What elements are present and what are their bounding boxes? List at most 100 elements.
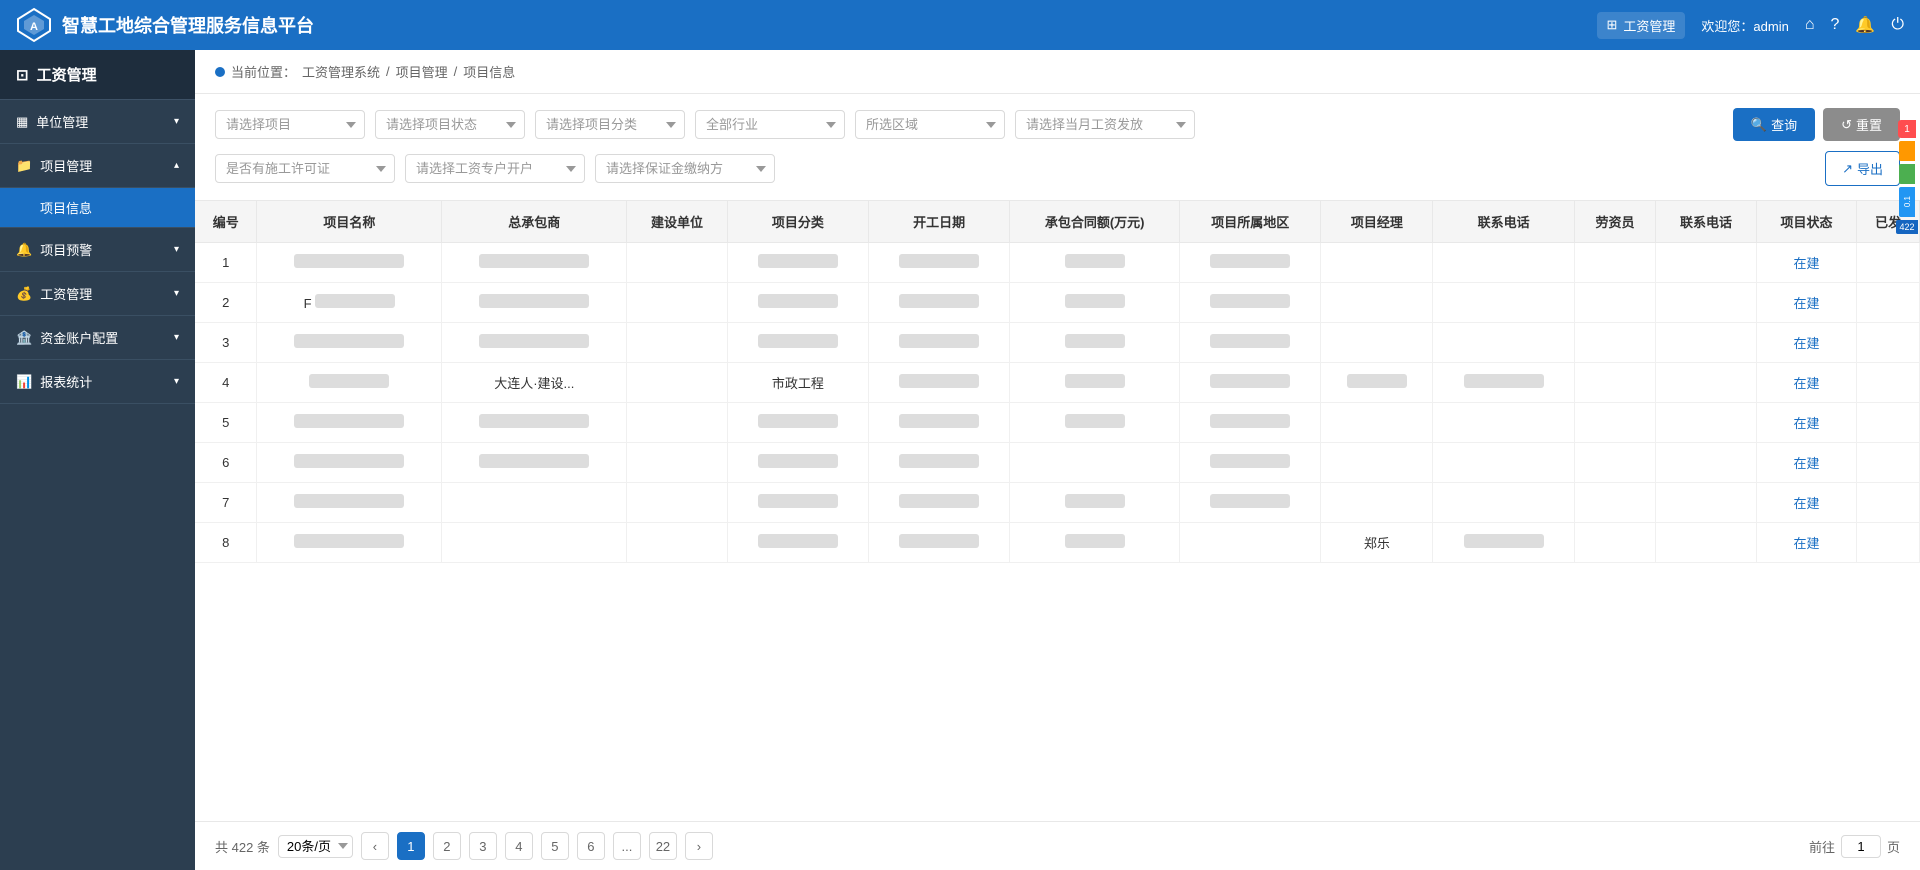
- page-1-button[interactable]: 1: [397, 832, 425, 860]
- goto-label: 前往: [1809, 837, 1835, 856]
- notif-bar-green: [1899, 164, 1915, 184]
- page-ellipsis-button[interactable]: ...: [613, 832, 641, 860]
- cell-no: 1: [195, 243, 257, 283]
- help-icon[interactable]: ?: [1831, 16, 1840, 34]
- salary-select[interactable]: 请选择当月工资发放: [1015, 110, 1195, 139]
- table-area: 编号 项目名称 总承包商 建设单位 项目分类 开工日期 承包合同额(万元) 项目…: [195, 201, 1920, 870]
- chevron-warning-icon: ▾: [174, 244, 179, 255]
- cell-name: [257, 523, 442, 563]
- cell-contractor: [442, 403, 627, 443]
- cell-amount: [1010, 443, 1180, 483]
- area-select[interactable]: 所选区域: [855, 110, 1005, 139]
- page-size-select[interactable]: 20条/页: [278, 835, 353, 858]
- sidebar-item-report[interactable]: 📊 报表统计 ▾: [0, 360, 195, 404]
- wage-account-select[interactable]: 请选择工资专户开户: [405, 154, 585, 183]
- table-scroll[interactable]: 编号 项目名称 总承包商 建设单位 项目分类 开工日期 承包合同额(万元) 项目…: [195, 201, 1920, 821]
- cell-builder: [627, 243, 727, 283]
- table-row: 7 在建: [195, 483, 1920, 523]
- sidebar-item-warning[interactable]: 🔔 项目预警 ▾: [0, 228, 195, 272]
- bell-icon[interactable]: 🔔: [1855, 15, 1875, 35]
- prev-page-button[interactable]: ‹: [361, 832, 389, 860]
- cell-manager: [1321, 443, 1433, 483]
- page-22-button[interactable]: 22: [649, 832, 677, 860]
- cell-start: [868, 323, 1009, 363]
- sidebar-sub-project-info[interactable]: 项目信息: [0, 188, 195, 228]
- cell-laborer: [1574, 483, 1656, 523]
- status-select[interactable]: 请选择项目状态: [375, 110, 525, 139]
- goto-input[interactable]: [1841, 835, 1881, 858]
- module-switcher[interactable]: ⊞ 工资管理: [1597, 12, 1686, 39]
- cell-category: 市政工程: [727, 363, 868, 403]
- cell-contractor: [442, 243, 627, 283]
- cell-no: 2: [195, 283, 257, 323]
- bond-select[interactable]: 请选择保证金缴纳方: [595, 154, 775, 183]
- cell-contractor: [442, 283, 627, 323]
- chevron-wage-icon: ▾: [174, 288, 179, 299]
- table-row: 8 郑乐 在建: [195, 523, 1920, 563]
- cell-phone1: [1433, 243, 1574, 283]
- cell-amount: [1010, 323, 1180, 363]
- power-icon[interactable]: ⏻: [1891, 16, 1904, 34]
- filter-row-1: 请选择项目 请选择项目状态 请选择项目分类 全部行业 所选区域 请选择当月工资发…: [215, 108, 1900, 141]
- breadcrumb-label: 当前位置：: [231, 62, 296, 81]
- sidebar-warning-label: 项目预警: [40, 240, 92, 259]
- cell-category: [727, 283, 868, 323]
- project-select[interactable]: 请选择项目: [215, 110, 365, 139]
- breadcrumb-dot: [215, 67, 225, 77]
- sidebar-account-label: 资金账户配置: [40, 328, 118, 347]
- cell-phone2: [1656, 283, 1756, 323]
- cell-no: 7: [195, 483, 257, 523]
- notif-badge-1[interactable]: 1: [1898, 120, 1916, 138]
- cell-manager: [1321, 283, 1433, 323]
- page-3-button[interactable]: 3: [469, 832, 497, 860]
- page-5-button[interactable]: 5: [541, 832, 569, 860]
- sidebar-icon: ⊡: [16, 66, 29, 84]
- col-region: 项目所属地区: [1180, 201, 1321, 243]
- reset-button[interactable]: ↺ 重置: [1823, 108, 1900, 141]
- cell-builder: [627, 483, 727, 523]
- warning-icon: 🔔: [16, 242, 32, 258]
- table-row: 3 在建: [195, 323, 1920, 363]
- cell-no: 4: [195, 363, 257, 403]
- sidebar-item-project[interactable]: 📁 项目管理 ▴: [0, 144, 195, 188]
- permit-select[interactable]: 是否有施工许可证: [215, 154, 395, 183]
- page-2-button[interactable]: 2: [433, 832, 461, 860]
- page-4-button[interactable]: 4: [505, 832, 533, 860]
- cell-paid: [1857, 323, 1920, 363]
- cell-phone2: [1656, 403, 1756, 443]
- pagination: 共 422 条 20条/页 ‹ 1 2 3 4 5 6 ... 22 › 前往 …: [195, 821, 1920, 870]
- cell-paid: [1857, 483, 1920, 523]
- cell-manager: 郑乐: [1321, 523, 1433, 563]
- sidebar-report-label: 报表统计: [40, 372, 92, 391]
- page-6-button[interactable]: 6: [577, 832, 605, 860]
- next-page-button[interactable]: ›: [685, 832, 713, 860]
- sidebar-unit-label: 单位管理: [36, 112, 88, 131]
- table-header: 编号 项目名称 总承包商 建设单位 项目分类 开工日期 承包合同额(万元) 项目…: [195, 201, 1920, 243]
- query-button[interactable]: 🔍 查询: [1733, 108, 1815, 141]
- notif-bar-orange: [1899, 141, 1915, 161]
- data-table: 编号 项目名称 总承包商 建设单位 项目分类 开工日期 承包合同额(万元) 项目…: [195, 201, 1920, 563]
- cell-category: [727, 243, 868, 283]
- cell-phone2: [1656, 323, 1756, 363]
- category-select[interactable]: 请选择项目分类: [535, 110, 685, 139]
- sidebar-item-wage[interactable]: 💰 工资管理 ▾: [0, 272, 195, 316]
- sidebar: ⊡ 工资管理 ▦ 单位管理 ▾ 📁 项目管理 ▴ 项目信息 🔔 项目预警: [0, 50, 195, 870]
- cell-phone2: [1656, 483, 1756, 523]
- cell-no: 8: [195, 523, 257, 563]
- export-button[interactable]: ↗ 导出: [1825, 151, 1900, 186]
- home-icon[interactable]: ⌂: [1805, 16, 1815, 34]
- sidebar-item-account[interactable]: 🏦 资金账户配置 ▾: [0, 316, 195, 360]
- cell-laborer: [1574, 523, 1656, 563]
- col-start-date: 开工日期: [868, 201, 1009, 243]
- industry-select[interactable]: 全部行业: [695, 110, 845, 139]
- cell-phone1: [1433, 363, 1574, 403]
- cell-phone1: [1433, 443, 1574, 483]
- sidebar-item-unit[interactable]: ▦ 单位管理 ▾: [0, 100, 195, 144]
- cell-no: 3: [195, 323, 257, 363]
- wage-icon: 💰: [16, 286, 32, 302]
- content-area: 当前位置： 工资管理系统 / 项目管理 / 项目信息 请选择项目 请选择项目状态…: [195, 50, 1920, 870]
- col-manager: 项目经理: [1321, 201, 1433, 243]
- cell-manager: [1321, 323, 1433, 363]
- cell-status: 在建: [1756, 403, 1856, 443]
- cell-phone1: [1433, 283, 1574, 323]
